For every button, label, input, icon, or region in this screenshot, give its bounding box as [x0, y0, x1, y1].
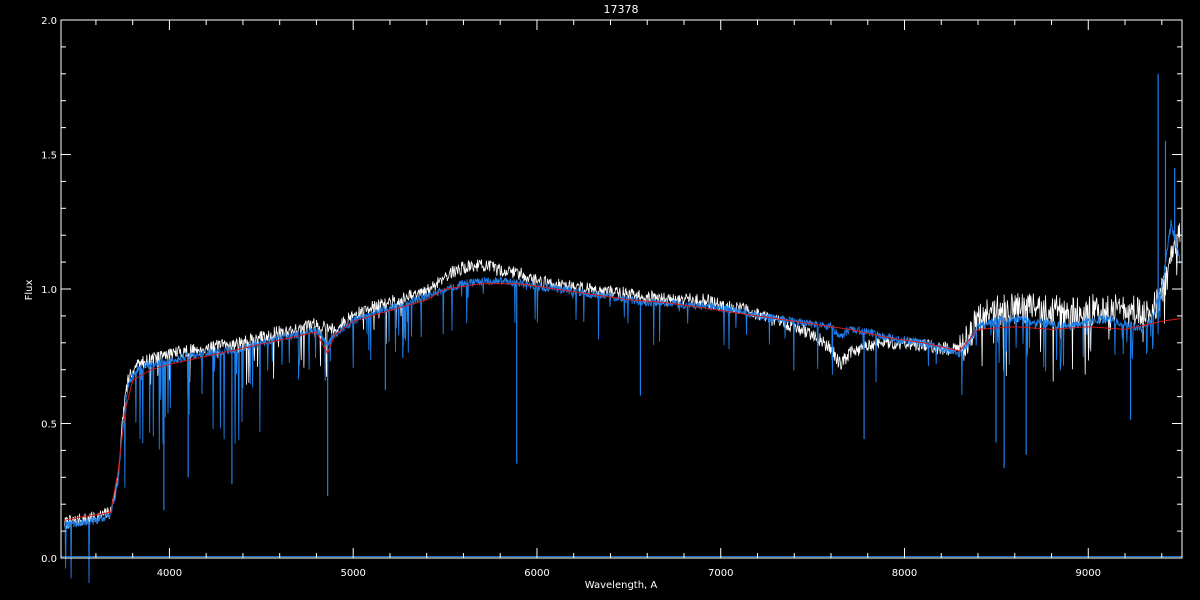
x-tick-label: 7000 [708, 568, 733, 579]
y-axis-title: Flux [24, 280, 35, 301]
x-tick-label: 5000 [340, 568, 365, 579]
x-axis-title: Wavelength, A [585, 580, 658, 591]
y-tick-label: 2.0 [41, 16, 57, 27]
x-tick-label: 4000 [157, 568, 182, 579]
x-tick-label: 8000 [892, 568, 917, 579]
x-tick-label: 9000 [1076, 568, 1101, 579]
y-tick-label: 0.0 [41, 554, 57, 565]
y-tick-label: 1.5 [41, 151, 57, 162]
x-tick-label: 6000 [524, 568, 549, 579]
chart-title: 17378 [604, 3, 639, 16]
y-tick-label: 0.5 [41, 420, 57, 431]
y-tick-label: 1.0 [41, 285, 57, 296]
spectrum-chart: 17378 Wavelength, A Flux 4000 5000 6000 700… [0, 0, 1200, 600]
